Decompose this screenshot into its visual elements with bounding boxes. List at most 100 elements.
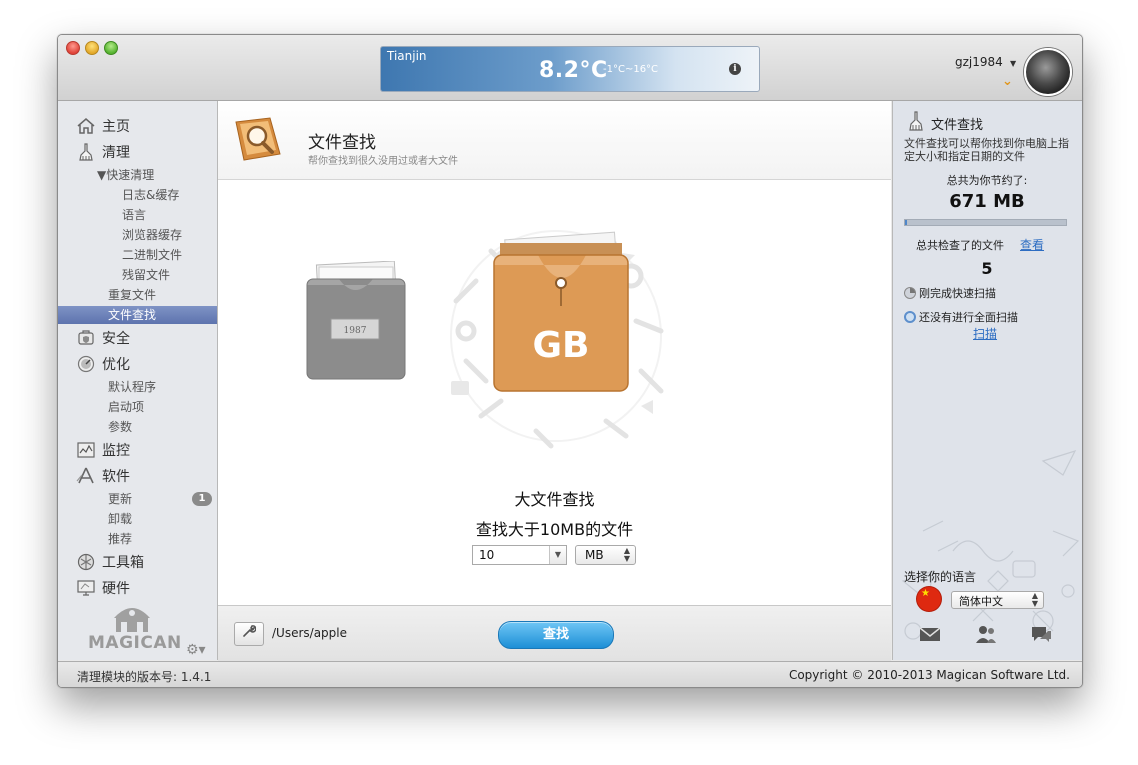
find-button[interactable]: 查找 [498, 621, 614, 649]
avatar[interactable] [1024, 48, 1072, 96]
sidebar-item-home[interactable]: 主页 [76, 115, 130, 137]
saved-label: 总共为你节约了: [946, 174, 1028, 187]
wrench-icon [242, 625, 257, 641]
saved-progress-fill [905, 220, 907, 225]
panel-description: 文件查找可以帮你找到你电脑上指定大小和指定日期的文件 [904, 137, 1069, 163]
sidebar-item-label: 监控 [102, 443, 130, 459]
sidebar-sub-language[interactable]: 语言 [122, 206, 146, 224]
sidebar: 主页 清理 ▼快速清理 日志&缓存 语言 浏览器缓存 二进制文件 残留文件 重复… [58, 101, 218, 660]
language-value: 简体中文 [959, 595, 1003, 608]
updown-arrows-icon: ▲ ▼ [623, 546, 630, 563]
sidebar-sub-default-apps[interactable]: 默认程序 [108, 378, 156, 396]
size-combo-input[interactable]: 10 ▼ [472, 545, 567, 565]
mail-icon[interactable] [918, 624, 942, 644]
sidebar-sub-file-finder[interactable]: 文件查找 [58, 306, 217, 324]
full-scan-text: 还没有进行全面扫描 [919, 311, 1018, 324]
sidebar-item-label: 硬件 [102, 581, 130, 597]
ring-status-icon [904, 311, 916, 323]
gear-icon[interactable]: ⚙▾ [186, 642, 206, 658]
folder-label: GB [533, 325, 590, 366]
monitor-icon [76, 441, 96, 459]
weather-city: Tianjin [387, 49, 427, 63]
sidebar-sub-logs[interactable]: 日志&缓存 [122, 186, 179, 204]
full-scan-status: 还没有进行全面扫描 [904, 310, 1018, 324]
home-icon [76, 117, 96, 135]
broom-icon [909, 111, 923, 131]
sidebar-item-monitor[interactable]: 监控 [76, 439, 130, 461]
info-icon[interactable]: i [729, 63, 741, 75]
updown-arrows-icon: ▲ ▼ [1031, 591, 1038, 608]
sidebar-item-optimize[interactable]: 优化 [76, 353, 130, 375]
svg-text:1987: 1987 [344, 326, 367, 336]
checked-files-value: 5 [981, 259, 993, 278]
title-bar: Tianjin 8.2°C -1°C~16°C i gzj1984 ▼ ⌄ [58, 35, 1082, 101]
sidebar-sub-uninstall[interactable]: 卸载 [108, 510, 132, 528]
hardware-icon [76, 579, 96, 597]
scan-link[interactable]: 扫描 [973, 325, 997, 342]
magican-logo-text: MAGICAN [88, 633, 182, 653]
panel-title: 文件查找 [931, 118, 984, 133]
sidebar-item-software[interactable]: 软件 [76, 465, 130, 487]
sidebar-sub-duplicate[interactable]: 重复文件 [108, 286, 156, 304]
info-panel: 文件查找 文件查找可以帮你找到你电脑上指定大小和指定日期的文件 总共为你节约了:… [892, 101, 1082, 660]
app-window: Tianjin 8.2°C -1°C~16°C i gzj1984 ▼ ⌄ 主页… [57, 34, 1083, 688]
sidebar-sub-browser-cache[interactable]: 浏览器缓存 [122, 226, 182, 244]
minimize-window-button[interactable] [85, 41, 99, 55]
size-value: 10 [479, 548, 495, 562]
caret-down-icon[interactable]: ▼ [1010, 59, 1016, 68]
sidebar-sub-leftover[interactable]: 残留文件 [122, 266, 170, 284]
weather-widget[interactable]: Tianjin 8.2°C -1°C~16°C i [380, 46, 760, 92]
zoom-window-button[interactable] [104, 41, 118, 55]
chat-icon[interactable] [1029, 624, 1053, 644]
quick-scan-status: 刚完成快速扫描 [904, 286, 996, 300]
shield-icon [76, 329, 96, 347]
weather-range: -1°C~16°C [603, 64, 659, 75]
sidebar-item-label: 文件查找 [108, 308, 157, 322]
broom-icon [76, 143, 96, 161]
sidebar-sub-params[interactable]: 参数 [108, 418, 132, 436]
users-icon[interactable] [974, 624, 998, 644]
close-window-button[interactable] [66, 41, 80, 55]
double-chevron-down-icon[interactable]: ⌄ [1002, 74, 1013, 89]
sidebar-sub-quick-clean[interactable]: ▼快速清理 [97, 166, 154, 184]
search-path: /Users/apple [272, 626, 347, 640]
saved-progress-bar [904, 219, 1067, 226]
wrench-button[interactable] [234, 622, 264, 646]
appstore-icon [76, 467, 96, 485]
sidebar-item-clean[interactable]: 清理 [76, 141, 130, 163]
sidebar-sub-startup[interactable]: 启动项 [108, 398, 144, 416]
sidebar-item-label: 优化 [102, 357, 130, 373]
weather-temperature: 8.2°C [539, 58, 608, 83]
speedometer-icon [76, 355, 96, 373]
language-select[interactable]: 简体中文 ▲ ▼ [951, 591, 1044, 609]
sidebar-item-hardware[interactable]: 硬件 [76, 577, 130, 599]
sidebar-item-label: 安全 [102, 331, 130, 347]
main-footer: /Users/apple 查找 [218, 605, 891, 661]
version-label: 清理模块的版本号: 1.4.1 [77, 670, 212, 684]
sidebar-item-label: 清理 [102, 145, 130, 161]
page-subtitle: 帮你查找到很久没用过或者大文件 [308, 156, 458, 167]
pie-progress-icon [904, 287, 916, 299]
view-link[interactable]: 查看 [1020, 236, 1044, 253]
sidebar-item-label: 主页 [102, 119, 130, 135]
finder-description: 查找大于10MB的文件 [475, 520, 634, 539]
page-title: 文件查找 [308, 133, 376, 153]
main-header: 文件查找 帮你查找到很久没用过或者大文件 [218, 101, 891, 180]
chevron-down-icon[interactable]: ▼ [549, 546, 566, 564]
username-label[interactable]: gzj1984 [955, 55, 1003, 69]
main-content: 文件查找 帮你查找到很久没用过或者大文件 1987 GB 大文件查找 查找大于1… [218, 101, 891, 661]
toolbox-icon [76, 553, 96, 571]
sidebar-item-toolbox[interactable]: 工具箱 [76, 551, 144, 573]
sidebar-item-security[interactable]: 安全 [76, 327, 130, 349]
unit-value: MB [585, 548, 604, 562]
sidebar-sub-recommend[interactable]: 推荐 [108, 530, 132, 548]
file-finder-icon [235, 117, 281, 161]
sidebar-item-label: 工具箱 [102, 555, 144, 571]
sidebar-sub-binary[interactable]: 二进制文件 [122, 246, 182, 264]
checked-files-label: 总共检查了的文件 [916, 239, 1004, 252]
finder-title: 大文件查找 [514, 490, 595, 509]
unit-select[interactable]: MB ▲ ▼ [575, 545, 636, 565]
copyright-label: Copyright © 2010-2013 Magican Software L… [788, 668, 1070, 682]
sidebar-sub-update[interactable]: 更新 [108, 490, 132, 508]
saved-value: 671 MB [949, 191, 1025, 212]
